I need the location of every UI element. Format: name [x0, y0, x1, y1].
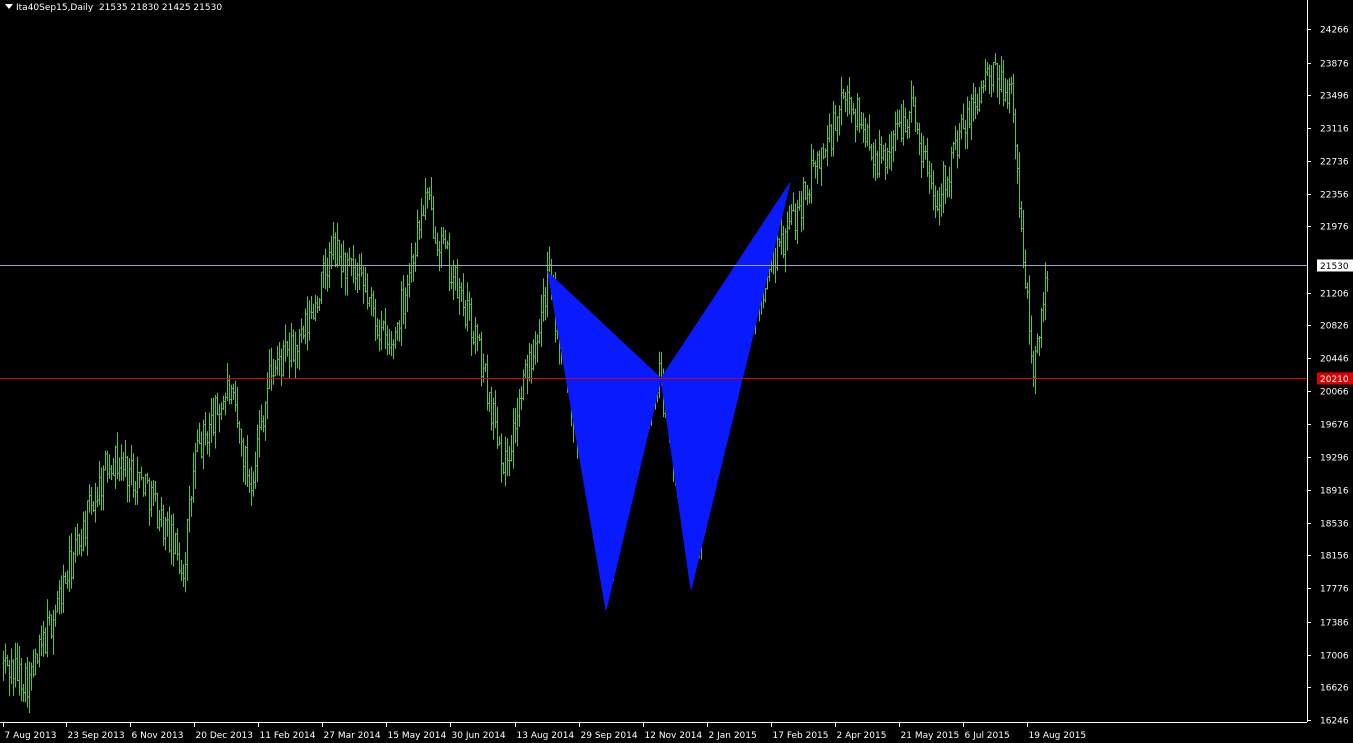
x-tick-label: 6 Nov 2013 — [132, 731, 184, 741]
y-tick-label: 23876 — [1320, 60, 1349, 70]
y-tick-label: 20446 — [1320, 355, 1349, 365]
y-tick-label: 18916 — [1320, 487, 1349, 497]
x-tick-label: 7 Aug 2013 — [5, 731, 57, 741]
y-tick-label: 16246 — [1320, 717, 1349, 727]
level-price-label: 20210 — [1320, 375, 1349, 385]
symbol-label: Ita40Sep15,Daily — [16, 3, 94, 13]
chart-window[interactable]: 21530 20210 24266 23876 23496 23116 22736 2235… — [0, 0, 1353, 743]
y-tick-label: 17006 — [1320, 652, 1349, 662]
x-tick-label: 19 Aug 2015 — [1029, 731, 1087, 741]
y-tick-label: 19676 — [1320, 421, 1349, 431]
y-tick-label: 20826 — [1320, 322, 1349, 332]
x-tick-label: 2 Apr 2015 — [837, 731, 887, 741]
y-tick-label: 16626 — [1320, 684, 1349, 694]
y-tick-label: 22736 — [1320, 158, 1349, 168]
current-price-price-tag: 21530 — [1317, 259, 1353, 272]
y-tick-label: 21976 — [1320, 223, 1349, 233]
y-tick-label: 23496 — [1320, 92, 1349, 102]
y-tick-label: 18156 — [1320, 552, 1349, 562]
y-tick-label: 17776 — [1320, 585, 1349, 595]
x-tick-label: 29 Sep 2014 — [581, 731, 638, 741]
x-tick-label: 27 Mar 2014 — [324, 731, 381, 741]
current-price-price-label: 21530 — [1320, 262, 1349, 272]
ohlc-label: 21535 21830 21425 21530 — [98, 3, 223, 13]
chart-header: Ita40Sep15,Daily 21535 21830 21425 21530 — [5, 3, 222, 17]
x-tick-label: 11 Feb 2014 — [260, 731, 316, 741]
price-chart[interactable]: 21530 20210 24266 23876 23496 23116 22736 2235… — [0, 0, 1353, 743]
x-tick-label: 15 May 2014 — [388, 731, 447, 741]
y-tick-label: 19296 — [1320, 454, 1349, 464]
level-price-tag: 20210 — [1317, 372, 1353, 385]
x-tick-label: 17 Feb 2015 — [773, 731, 829, 741]
x-tick-label: 12 Nov 2014 — [645, 731, 703, 741]
y-tick-label: 21206 — [1320, 290, 1349, 300]
y-tick-label: 18536 — [1320, 520, 1349, 530]
y-tick-label: 17386 — [1320, 619, 1349, 629]
plot-area — [0, 0, 1307, 722]
x-tick-label: 13 Aug 2014 — [517, 731, 575, 741]
x-tick-label: 20 Dec 2013 — [196, 731, 254, 741]
x-tick-label: 6 Jul 2015 — [965, 731, 1010, 741]
y-tick-label: 20066 — [1320, 388, 1349, 398]
chevron-down-icon[interactable] — [5, 4, 13, 9]
x-tick-label: 21 May 2015 — [901, 731, 960, 741]
x-tick-label: 30 Jun 2014 — [452, 731, 506, 741]
x-tick-label: 23 Sep 2013 — [68, 731, 125, 741]
y-tick-label: 24266 — [1320, 26, 1349, 36]
y-tick-label: 22356 — [1320, 191, 1349, 201]
x-tick-label: 2 Jan 2015 — [709, 731, 757, 741]
y-tick-label: 23116 — [1320, 125, 1349, 135]
